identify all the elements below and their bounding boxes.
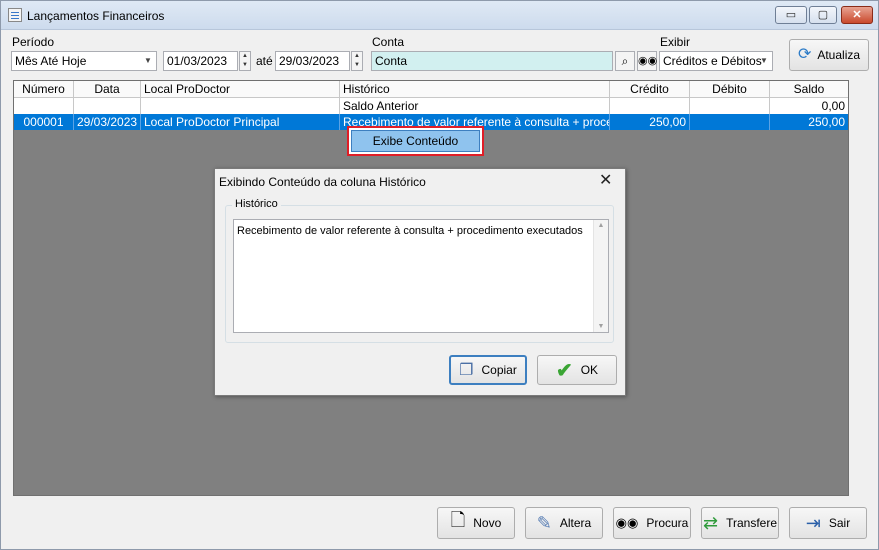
- column-header[interactable]: Local ProDoctor: [141, 81, 340, 97]
- date-to-input[interactable]: 29/03/2023: [275, 51, 350, 71]
- chevron-down-icon: ▼: [144, 56, 152, 65]
- historico-dialog: Exibindo Conteúdo da coluna Histórico ✕ …: [214, 168, 626, 396]
- copiar-button[interactable]: ❐ Copiar: [449, 355, 527, 385]
- exibe-conteudo-highlight: Exibe Conteúdo: [347, 126, 484, 156]
- historico-group: Histórico Recebimento de valor referente…: [225, 198, 614, 343]
- column-header[interactable]: Data: [74, 81, 141, 97]
- cell-credito: 250,00: [610, 114, 690, 130]
- chevron-down-icon: ▼: [760, 56, 768, 65]
- cell-local: [141, 98, 340, 114]
- cell-debito: [690, 114, 770, 130]
- table-row[interactable]: Saldo Anterior 0,00: [14, 98, 848, 114]
- altera-label: Altera: [559, 516, 592, 530]
- transfere-label: Transfere: [726, 516, 777, 530]
- maximize-button[interactable]: ▢: [809, 6, 837, 24]
- main-window: Lançamentos Financeiros ▭ ▢ ✕ Período Mê…: [0, 0, 879, 550]
- dialog-title: Exibindo Conteúdo da coluna Histórico: [219, 175, 426, 189]
- check-icon: ✔: [555, 359, 573, 382]
- atualiza-button[interactable]: ⟳ Atualiza: [789, 39, 869, 71]
- cell-credito: [610, 98, 690, 114]
- binoculars-icon[interactable]: ◉◉: [637, 51, 657, 71]
- ok-label: OK: [580, 363, 599, 377]
- date-from-input[interactable]: 01/03/2023: [163, 51, 238, 71]
- date-to-spinner[interactable]: ▲ ▼: [351, 51, 363, 71]
- cell-saldo: 250,00: [808, 115, 845, 129]
- window-title: Lançamentos Financeiros: [27, 9, 165, 23]
- periodo-value: Mês Até Hoje: [15, 54, 87, 68]
- cell-numero: 000001: [14, 114, 74, 130]
- cell-debito: [690, 98, 770, 114]
- exibir-value: Créditos e Débitos: [663, 54, 762, 68]
- find-icon: ◉◉: [615, 515, 639, 530]
- app-icon: [8, 8, 22, 22]
- new-document-icon: 🗋: [450, 510, 466, 530]
- cell-saldo: 0,00: [821, 99, 845, 113]
- periodo-select[interactable]: Mês Até Hoje ▼: [11, 51, 157, 71]
- date-from-spinner[interactable]: ▲ ▼: [239, 51, 251, 71]
- exit-icon: ⇥: [805, 512, 821, 533]
- sair-button[interactable]: ⇥ Sair: [789, 507, 867, 539]
- atualiza-label: Atualiza: [817, 48, 861, 62]
- periodo-label: Período: [12, 35, 55, 49]
- novo-button[interactable]: 🗋 Novo: [437, 507, 515, 539]
- cell-local: Local ProDoctor Principal: [141, 114, 340, 130]
- column-header[interactable]: Crédito: [610, 81, 690, 97]
- column-header[interactable]: Número: [14, 81, 74, 97]
- copy-icon: ❐: [459, 362, 474, 379]
- cell-historico: Saldo Anterior: [340, 98, 610, 114]
- ok-button[interactable]: ✔ OK: [537, 355, 617, 385]
- exibe-conteudo-button[interactable]: Exibe Conteúdo: [351, 130, 480, 152]
- refresh-icon: ⟳: [797, 46, 812, 63]
- copiar-label: Copiar: [481, 363, 517, 377]
- novo-label: Novo: [473, 516, 502, 530]
- ate-label: até: [256, 54, 273, 68]
- memo-text: Recebimento de valor referente à consult…: [237, 225, 583, 237]
- historico-memo[interactable]: Recebimento de valor referente à consult…: [233, 219, 609, 333]
- cell-data: 29/03/2023: [74, 114, 141, 130]
- altera-button[interactable]: ✎ Altera: [525, 507, 603, 539]
- column-header[interactable]: Débito: [690, 81, 770, 97]
- sair-label: Sair: [828, 516, 851, 530]
- scroll-down-icon[interactable]: ▼: [594, 323, 608, 330]
- edit-icon: ✎: [536, 512, 552, 533]
- scroll-up-icon[interactable]: ▲: [594, 222, 608, 229]
- transfer-icon: ⇄: [703, 512, 719, 533]
- grid-header: Número Data Local ProDoctor Histórico Cr…: [14, 81, 848, 98]
- column-header[interactable]: Histórico: [340, 81, 610, 97]
- title-bar: Lançamentos Financeiros ▭ ▢ ✕: [1, 1, 878, 30]
- minimize-button[interactable]: ▭: [775, 6, 807, 24]
- procura-label: Procura: [646, 516, 689, 530]
- transfere-button[interactable]: ⇄ Transfere: [701, 507, 779, 539]
- search-icon[interactable]: ⌕: [615, 51, 635, 71]
- cell-data: [74, 98, 141, 114]
- memo-scrollbar[interactable]: ▲ ▼: [593, 220, 608, 332]
- exibir-label: Exibir: [660, 35, 691, 49]
- cell-numero: [14, 98, 74, 114]
- procura-button[interactable]: ◉◉ Procura: [613, 507, 691, 539]
- conta-label: Conta: [372, 35, 405, 49]
- conta-input[interactable]: Conta: [371, 51, 613, 71]
- column-header[interactable]: Saldo: [770, 81, 848, 97]
- close-button[interactable]: ✕: [841, 6, 873, 24]
- close-icon[interactable]: ✕: [599, 173, 612, 189]
- group-label: Histórico: [232, 198, 281, 210]
- exibir-select[interactable]: Créditos e Débitos ▼: [659, 51, 773, 71]
